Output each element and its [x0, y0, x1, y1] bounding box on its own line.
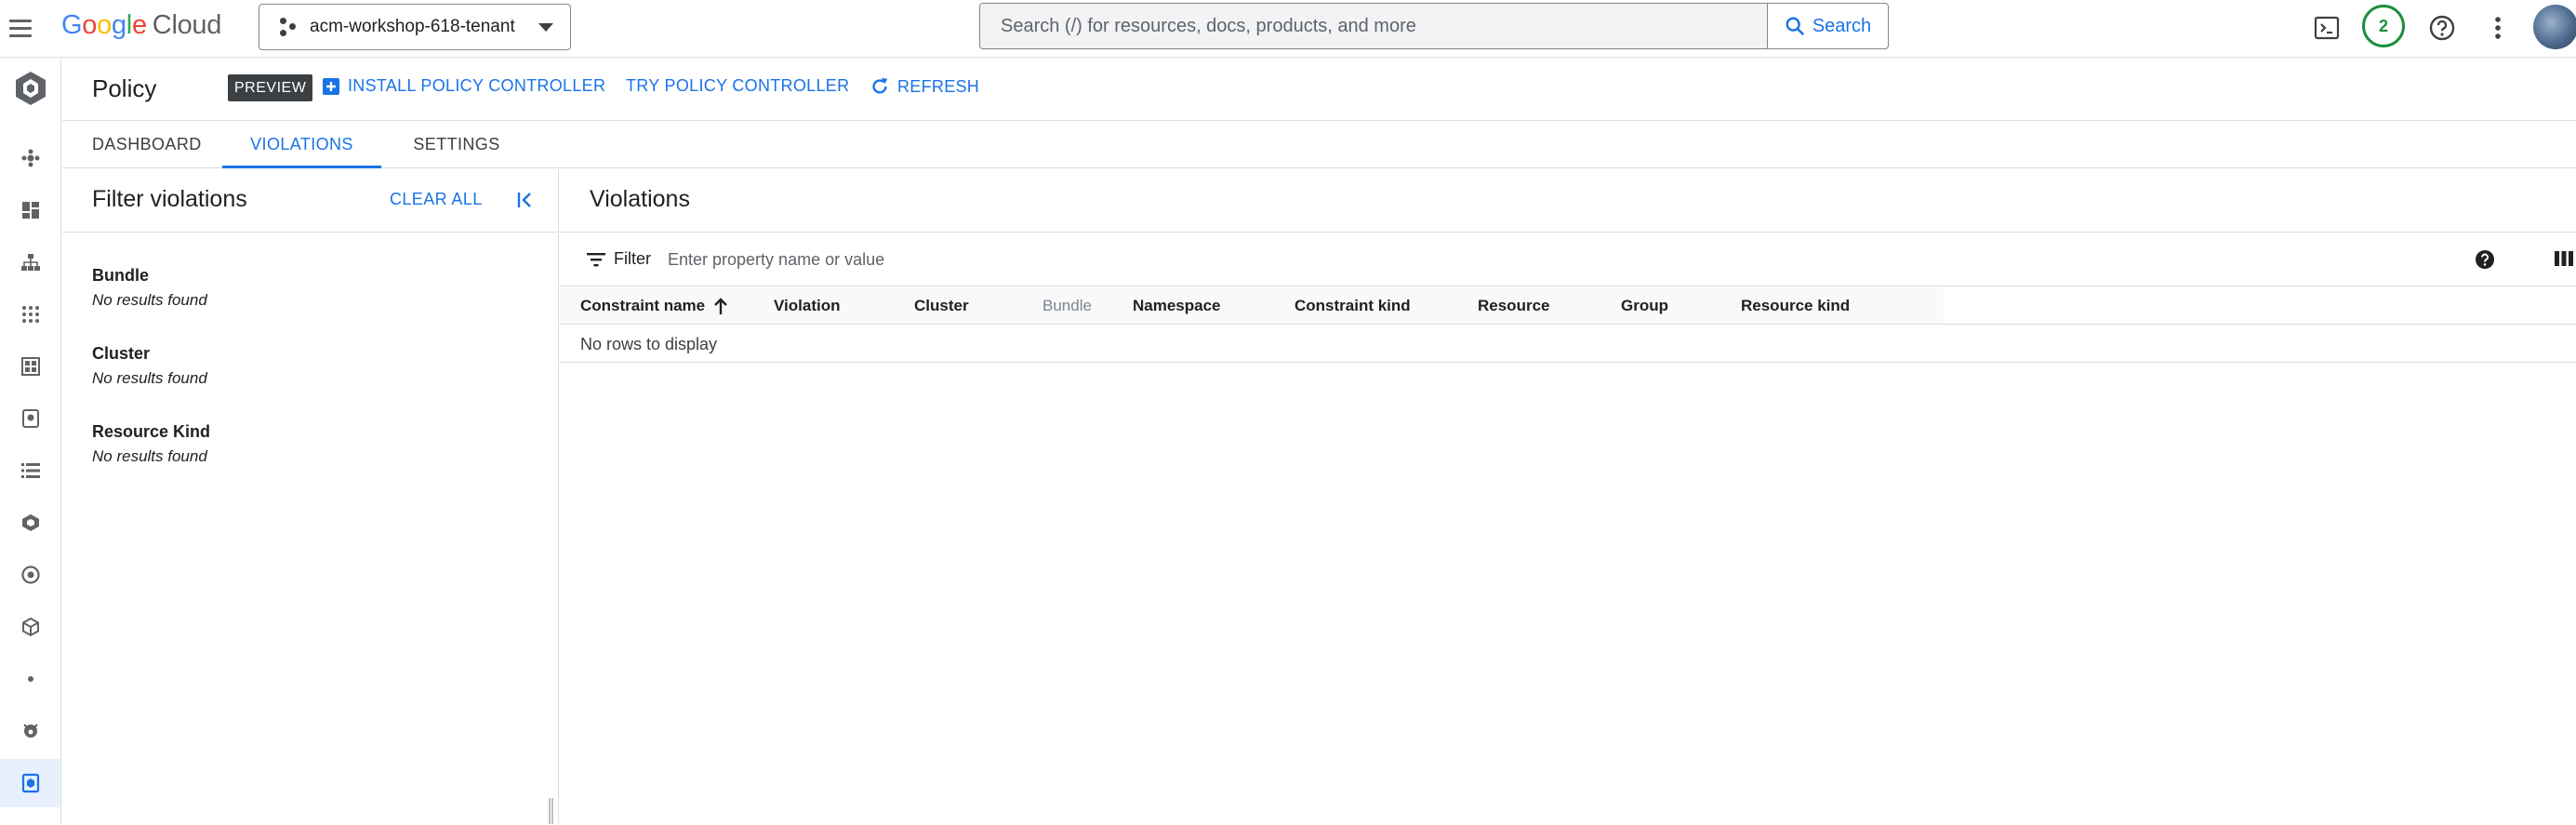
- panel-resize-handle[interactable]: [549, 798, 553, 824]
- violations-section: Violations Filter Constraint name Violat…: [560, 169, 2576, 825]
- filter-group-label: Resource Kind: [92, 422, 211, 441]
- table-filter-bar: Filter: [560, 233, 2576, 286]
- clusters-icon[interactable]: [0, 134, 60, 182]
- security-icon[interactable]: [0, 707, 60, 755]
- column-header-group[interactable]: Group: [1621, 297, 1668, 315]
- project-icon: [278, 17, 299, 37]
- install-policy-controller-label: INSTALL POLICY CONTROLLER: [348, 76, 606, 95]
- hierarchy-icon[interactable]: [0, 238, 60, 286]
- filter-panel-title: Filter violations: [92, 186, 247, 212]
- packages-icon[interactable]: [0, 499, 60, 547]
- collapse-panel-icon[interactable]: [513, 187, 538, 213]
- column-header-resource[interactable]: Resource: [1478, 297, 1549, 315]
- filter-group-resource-kind[interactable]: Resource Kind No results found: [92, 422, 210, 466]
- violations-header: Violations: [560, 169, 2576, 233]
- filter-group-empty: No results found: [92, 447, 207, 465]
- filter-panel-header: Filter violations CLEAR ALL: [62, 169, 558, 233]
- search-button[interactable]: Search: [1767, 4, 1888, 48]
- storage-icon[interactable]: [0, 394, 60, 443]
- logo-cloud-text: Cloud: [152, 10, 222, 40]
- sort-ascending-icon: [714, 298, 727, 314]
- filter-group-empty: No results found: [92, 291, 207, 309]
- try-policy-controller-label: TRY POLICY CONTROLLER: [626, 76, 850, 95]
- list-icon[interactable]: [0, 446, 60, 495]
- filter-group-bundle[interactable]: Bundle No results found: [92, 266, 207, 310]
- dashboard-icon[interactable]: [0, 186, 60, 234]
- filter-input[interactable]: [668, 243, 1319, 276]
- tab-dashboard[interactable]: DASHBOARD: [92, 122, 201, 168]
- project-name: acm-workshop-618-tenant: [310, 17, 515, 36]
- filter-panel: Filter violations CLEAR ALL Bundle No re…: [62, 169, 559, 825]
- filter-label: Filter: [614, 249, 651, 268]
- column-header-bundle[interactable]: Bundle: [1042, 297, 1092, 315]
- refresh-label: REFRESH: [897, 76, 980, 96]
- project-picker[interactable]: acm-workshop-618-tenant: [259, 4, 571, 50]
- column-header-constraint-kind[interactable]: Constraint kind: [1295, 297, 1411, 315]
- table-header: Constraint name Violation Cluster Bundle…: [560, 287, 2576, 325]
- page-header: Policy PREVIEW INSTALL POLICY CONTROLLER…: [62, 58, 2576, 121]
- empty-table-row: No rows to display: [560, 326, 2576, 363]
- search-input[interactable]: [980, 4, 1767, 48]
- try-policy-controller-button[interactable]: TRY POLICY CONTROLLER: [626, 76, 849, 96]
- logo-google-text: Google: [61, 10, 147, 40]
- account-avatar[interactable]: [2533, 5, 2576, 49]
- help-icon[interactable]: [2426, 12, 2458, 44]
- policy-icon[interactable]: [0, 759, 60, 807]
- top-app-bar: Google Cloud acm-workshop-618-tenant Sear…: [0, 0, 2576, 58]
- tab-settings[interactable]: SETTINGS: [410, 122, 503, 168]
- filter-group-label: Bundle: [92, 266, 149, 285]
- tab-bar: DASHBOARD VIOLATIONS SETTINGS: [62, 122, 2576, 168]
- filter-list-icon: [587, 252, 605, 266]
- column-header-violation[interactable]: Violation: [774, 297, 840, 315]
- column-display-icon[interactable]: [2554, 249, 2574, 273]
- column-header-cluster[interactable]: Cluster: [914, 297, 969, 315]
- preview-badge: PREVIEW: [228, 74, 313, 101]
- policy-product-icon[interactable]: [0, 58, 61, 119]
- column-header-constraint-name[interactable]: Constraint name: [580, 297, 729, 315]
- column-header-namespace[interactable]: Namespace: [1133, 297, 1221, 315]
- empty-table-message: No rows to display: [580, 335, 718, 353]
- filter-button[interactable]: Filter: [586, 249, 651, 269]
- install-policy-controller-button[interactable]: INSTALL POLICY CONTROLLER: [322, 76, 605, 96]
- tab-violations[interactable]: VIOLATIONS: [222, 122, 381, 168]
- page-title: Policy: [92, 74, 157, 102]
- config-icon[interactable]: [0, 603, 60, 651]
- table-header-background: [560, 287, 1944, 325]
- cloud-shell-icon[interactable]: [2311, 12, 2343, 44]
- violations-title: Violations: [590, 186, 690, 212]
- workloads-icon[interactable]: [0, 342, 60, 391]
- clear-all-button[interactable]: CLEAR ALL: [390, 190, 483, 209]
- refresh-button[interactable]: REFRESH: [870, 76, 979, 97]
- notifications-badge[interactable]: 2: [2362, 5, 2405, 47]
- add-box-icon: [323, 77, 339, 95]
- refresh-icon: [872, 77, 888, 94]
- dot-icon[interactable]: [0, 655, 60, 703]
- help-icon[interactable]: [2474, 248, 2496, 275]
- product-nav-rail: [0, 58, 61, 825]
- filter-group-cluster[interactable]: Cluster No results found: [92, 344, 207, 388]
- chevron-down-icon: [538, 23, 553, 32]
- search-icon: [1786, 17, 1804, 36]
- main-menu-icon[interactable]: [9, 14, 37, 42]
- column-header-resource-kind[interactable]: Resource kind: [1741, 297, 1850, 315]
- apps-grid-icon[interactable]: [0, 290, 60, 339]
- filter-group-empty: No results found: [92, 369, 207, 387]
- search-bar: Search: [979, 3, 1889, 49]
- search-button-label: Search: [1812, 15, 1872, 36]
- more-vert-icon[interactable]: [2482, 12, 2514, 44]
- service-mesh-icon[interactable]: [0, 551, 60, 599]
- google-cloud-logo[interactable]: Google Cloud: [61, 10, 221, 41]
- filter-group-label: Cluster: [92, 344, 151, 363]
- column-header-label: Constraint name: [580, 297, 706, 314]
